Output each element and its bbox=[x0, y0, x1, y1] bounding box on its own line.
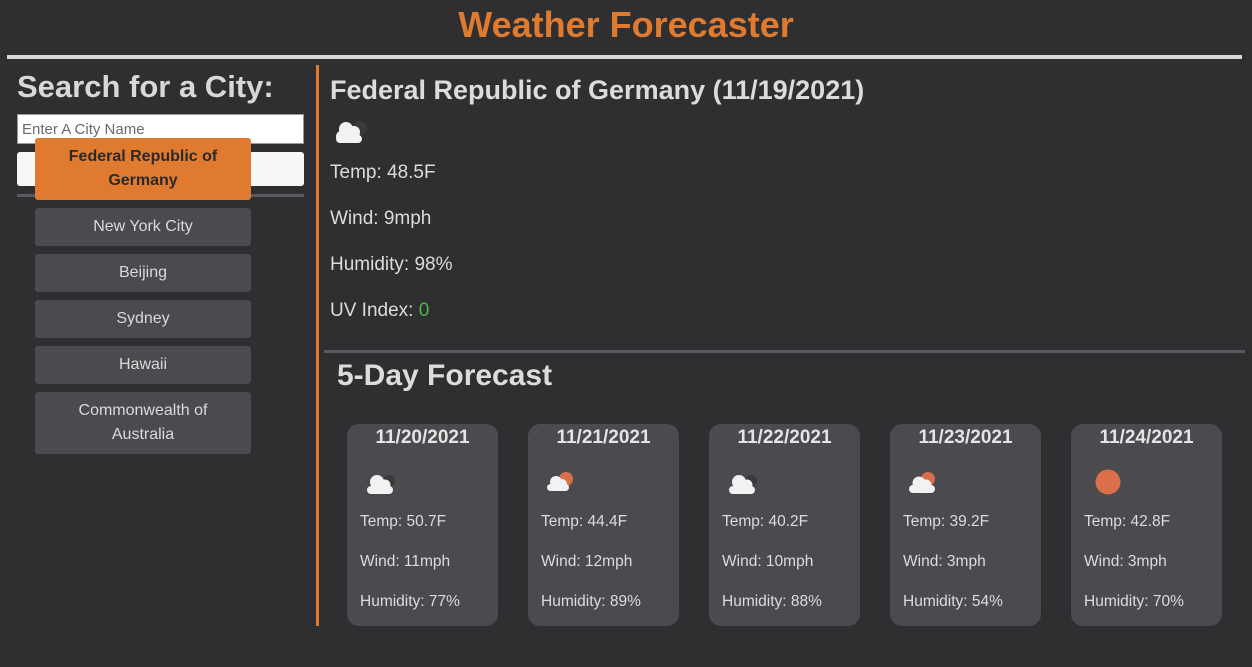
forecast-card: 11/22/2021 Temp: 40.2F Wind: 10mph Humid… bbox=[709, 424, 860, 626]
forecast-temp: Temp: 40.2F bbox=[722, 513, 809, 530]
forecast-card: 11/23/2021 Temp: 39.2F Wind: 3mph Humidi… bbox=[890, 424, 1041, 626]
cloudy-icon bbox=[330, 116, 1230, 146]
history-item-hawaii[interactable]: Hawaii bbox=[35, 346, 251, 384]
forecast-card: 11/21/2021 Temp: 44.4F Wind: 12mph Humid… bbox=[528, 424, 679, 626]
current-weather: Federal Republic of Germany (11/19/2021)… bbox=[330, 70, 1230, 334]
forecast-wind: Wind: 12mph bbox=[541, 553, 633, 570]
forecast-date: 11/21/2021 bbox=[556, 427, 651, 448]
forecast-wind: Wind: 3mph bbox=[1084, 553, 1167, 570]
current-wind: Wind: 9mph bbox=[330, 208, 432, 229]
forecast-cards: 11/20/2021 Temp: 50.7F Wind: 11mph Humid… bbox=[347, 424, 1227, 626]
forecast-humidity: Humidity: 88% bbox=[722, 593, 822, 610]
partly-cloudy-icon bbox=[906, 467, 1028, 501]
forecast-wind: Wind: 11mph bbox=[360, 553, 451, 570]
cloud-icon bbox=[725, 467, 847, 501]
forecast-temp: Temp: 44.4F bbox=[541, 513, 628, 530]
forecast-card: 11/20/2021 Temp: 50.7F Wind: 11mph Humid… bbox=[347, 424, 498, 626]
current-humidity: Humidity: 98% bbox=[330, 254, 453, 275]
current-city-title: Federal Republic of Germany (11/19/2021) bbox=[330, 75, 865, 105]
forecast-temp: Temp: 39.2F bbox=[903, 513, 990, 530]
forecast-date: 11/22/2021 bbox=[737, 427, 832, 448]
uv-index-value: 0 bbox=[418, 300, 430, 321]
current-temp: Temp: 48.5F bbox=[330, 162, 436, 183]
history-item-commonwealth-of-australia[interactable]: Commonwealth of Australia bbox=[35, 392, 251, 454]
forecast-heading: 5-Day Forecast bbox=[337, 359, 553, 392]
search-heading: Search for a City: bbox=[17, 69, 274, 104]
forecast-wind: Wind: 3mph bbox=[903, 553, 986, 570]
search-history: Federal Republic of Germany New York Cit… bbox=[35, 138, 251, 462]
history-item-new-york-city[interactable]: New York City bbox=[35, 208, 251, 246]
sun-icon bbox=[1087, 467, 1209, 501]
forecast-humidity: Humidity: 54% bbox=[903, 593, 1003, 610]
weather-app: Weather Forecaster Search for a City: Se… bbox=[0, 0, 1252, 667]
uv-index-label: UV Index: bbox=[330, 300, 419, 321]
vertical-divider bbox=[316, 65, 319, 626]
forecast-humidity: Humidity: 89% bbox=[541, 593, 641, 610]
forecast-temp: Temp: 50.7F bbox=[360, 513, 447, 530]
header-divider bbox=[7, 55, 1242, 59]
forecast-date: 11/23/2021 bbox=[918, 427, 1013, 448]
forecast-wind: Wind: 10mph bbox=[722, 553, 814, 570]
forecast-humidity: Humidity: 70% bbox=[1084, 593, 1184, 610]
cloud-icon bbox=[363, 467, 485, 501]
app-title: Weather Forecaster bbox=[458, 4, 794, 45]
partly-cloudy-icon bbox=[544, 467, 666, 501]
forecast-humidity: Humidity: 77% bbox=[360, 593, 460, 610]
history-item-beijing[interactable]: Beijing bbox=[35, 254, 251, 292]
forecast-card: 11/24/2021 Temp: 42.8F Wind: 3mph Humidi… bbox=[1071, 424, 1222, 626]
forecast-date: 11/24/2021 bbox=[1099, 427, 1194, 448]
forecast-date: 11/20/2021 bbox=[375, 427, 470, 448]
history-item-federal-republic-of-germany[interactable]: Federal Republic of Germany bbox=[35, 138, 251, 200]
forecast-temp: Temp: 42.8F bbox=[1084, 513, 1171, 530]
forecast-divider bbox=[324, 350, 1245, 353]
current-uv-index: UV Index: 0 bbox=[330, 288, 1230, 334]
history-item-sydney[interactable]: Sydney bbox=[35, 300, 251, 338]
